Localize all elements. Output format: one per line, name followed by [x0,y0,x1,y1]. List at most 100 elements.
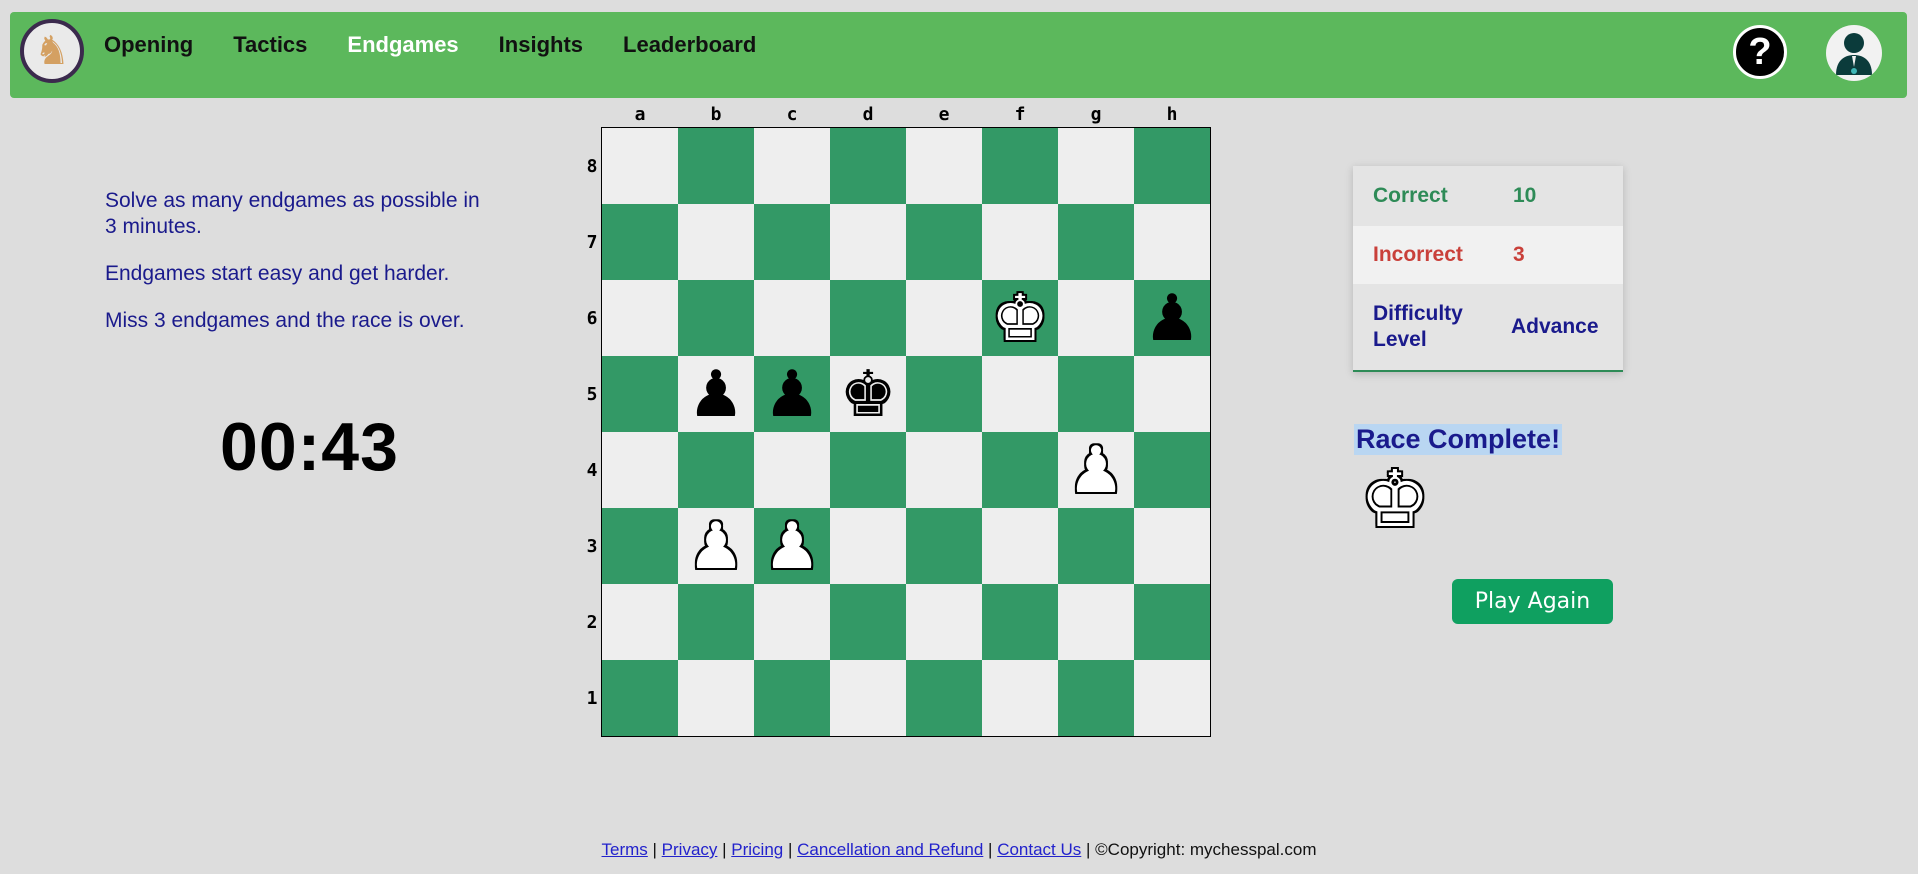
square-h1[interactable] [1134,660,1210,736]
square-b5[interactable]: ♟ [678,356,754,432]
footer-link-privacy[interactable]: Privacy [662,840,718,859]
square-g7[interactable] [1058,204,1134,280]
board-file-labels: a b c d e f g h [602,104,1210,125]
incorrect-label: Incorrect [1373,243,1463,266]
square-c3[interactable]: ♟ [754,508,830,584]
square-h7[interactable] [1134,204,1210,280]
square-a7[interactable] [602,204,678,280]
square-a4[interactable] [602,432,678,508]
square-c7[interactable] [754,204,830,280]
square-b2[interactable] [678,584,754,660]
white-pawn-icon[interactable]: ♟ [1067,438,1124,502]
footer-link-cancellation[interactable]: Cancellation and Refund [797,840,983,859]
square-b6[interactable] [678,280,754,356]
square-f5[interactable] [982,356,1058,432]
rank-label: 4 [586,459,598,481]
square-d5[interactable]: ♚ [830,356,906,432]
chess-board[interactable]: ♚ ♟ ♟ ♟ ♚ ♟ ♟ ♟ [601,127,1211,737]
square-f3[interactable] [982,508,1058,584]
square-g2[interactable] [1058,584,1134,660]
square-d1[interactable] [830,660,906,736]
square-d6[interactable] [830,280,906,356]
square-h3[interactable] [1134,508,1210,584]
square-b1[interactable] [678,660,754,736]
square-c2[interactable] [754,584,830,660]
square-c8[interactable] [754,128,830,204]
square-f7[interactable] [982,204,1058,280]
square-d4[interactable] [830,432,906,508]
file-label: a [634,104,646,125]
square-c6[interactable] [754,280,830,356]
correct-row: Correct 10 [1353,166,1623,226]
square-e3[interactable] [906,508,982,584]
square-d2[interactable] [830,584,906,660]
square-d3[interactable] [830,508,906,584]
file-label: e [938,104,950,125]
correct-label: Correct [1373,184,1448,207]
square-h6[interactable]: ♟ [1134,280,1210,356]
square-g4[interactable]: ♟ [1058,432,1134,508]
square-g8[interactable] [1058,128,1134,204]
square-e8[interactable] [906,128,982,204]
footer-link-terms[interactable]: Terms [602,840,648,859]
footer-link-contact[interactable]: Contact Us [997,840,1081,859]
square-b7[interactable] [678,204,754,280]
help-button[interactable]: ? [1733,25,1787,79]
square-c4[interactable] [754,432,830,508]
difficulty-label: Difficulty Level [1373,302,1463,351]
square-a6[interactable] [602,280,678,356]
square-h5[interactable] [1134,356,1210,432]
square-g5[interactable] [1058,356,1134,432]
square-e4[interactable] [906,432,982,508]
square-a3[interactable] [602,508,678,584]
square-h8[interactable] [1134,128,1210,204]
square-e6[interactable] [906,280,982,356]
square-f6[interactable]: ♚ [982,280,1058,356]
white-pawn-icon[interactable]: ♟ [763,514,820,578]
square-e7[interactable] [906,204,982,280]
white-pawn-icon[interactable]: ♟ [687,514,744,578]
black-pawn-icon[interactable]: ♟ [1143,286,1200,350]
square-e5[interactable] [906,356,982,432]
footer-link-pricing[interactable]: Pricing [731,840,783,859]
black-pawn-icon[interactable]: ♟ [687,362,744,426]
square-a5[interactable] [602,356,678,432]
square-f8[interactable] [982,128,1058,204]
user-avatar-button[interactable] [1826,25,1882,81]
black-pawn-icon[interactable]: ♟ [763,362,820,426]
square-g1[interactable] [1058,660,1134,736]
play-again-button[interactable]: Play Again [1452,579,1613,624]
file-label: c [786,104,798,125]
rank-label: 6 [586,307,598,329]
square-a1[interactable] [602,660,678,736]
square-f2[interactable] [982,584,1058,660]
square-e1[interactable] [906,660,982,736]
nav-link-leaderboard[interactable]: Leaderboard [623,32,756,58]
difficulty-row: Difficulty Level Advance [1353,284,1623,370]
square-a8[interactable] [602,128,678,204]
square-h4[interactable] [1134,432,1210,508]
rank-label: 7 [586,231,598,253]
square-e2[interactable] [906,584,982,660]
knight-logo-icon[interactable]: ♞ [20,19,84,83]
square-b8[interactable] [678,128,754,204]
square-d7[interactable] [830,204,906,280]
square-c5[interactable]: ♟ [754,356,830,432]
nav-link-endgames[interactable]: Endgames [347,32,458,58]
square-d8[interactable] [830,128,906,204]
square-g6[interactable] [1058,280,1134,356]
black-king-icon[interactable]: ♚ [839,362,896,426]
square-c1[interactable] [754,660,830,736]
square-f4[interactable] [982,432,1058,508]
score-panel: Correct 10 Incorrect 3 Difficulty Level … [1353,166,1623,372]
white-king-icon[interactable]: ♚ [991,286,1048,350]
square-b4[interactable] [678,432,754,508]
nav-link-tactics[interactable]: Tactics [233,32,307,58]
square-g3[interactable] [1058,508,1134,584]
square-b3[interactable]: ♟ [678,508,754,584]
square-f1[interactable] [982,660,1058,736]
nav-link-opening[interactable]: Opening [104,32,193,58]
square-a2[interactable] [602,584,678,660]
nav-link-insights[interactable]: Insights [499,32,583,58]
square-h2[interactable] [1134,584,1210,660]
